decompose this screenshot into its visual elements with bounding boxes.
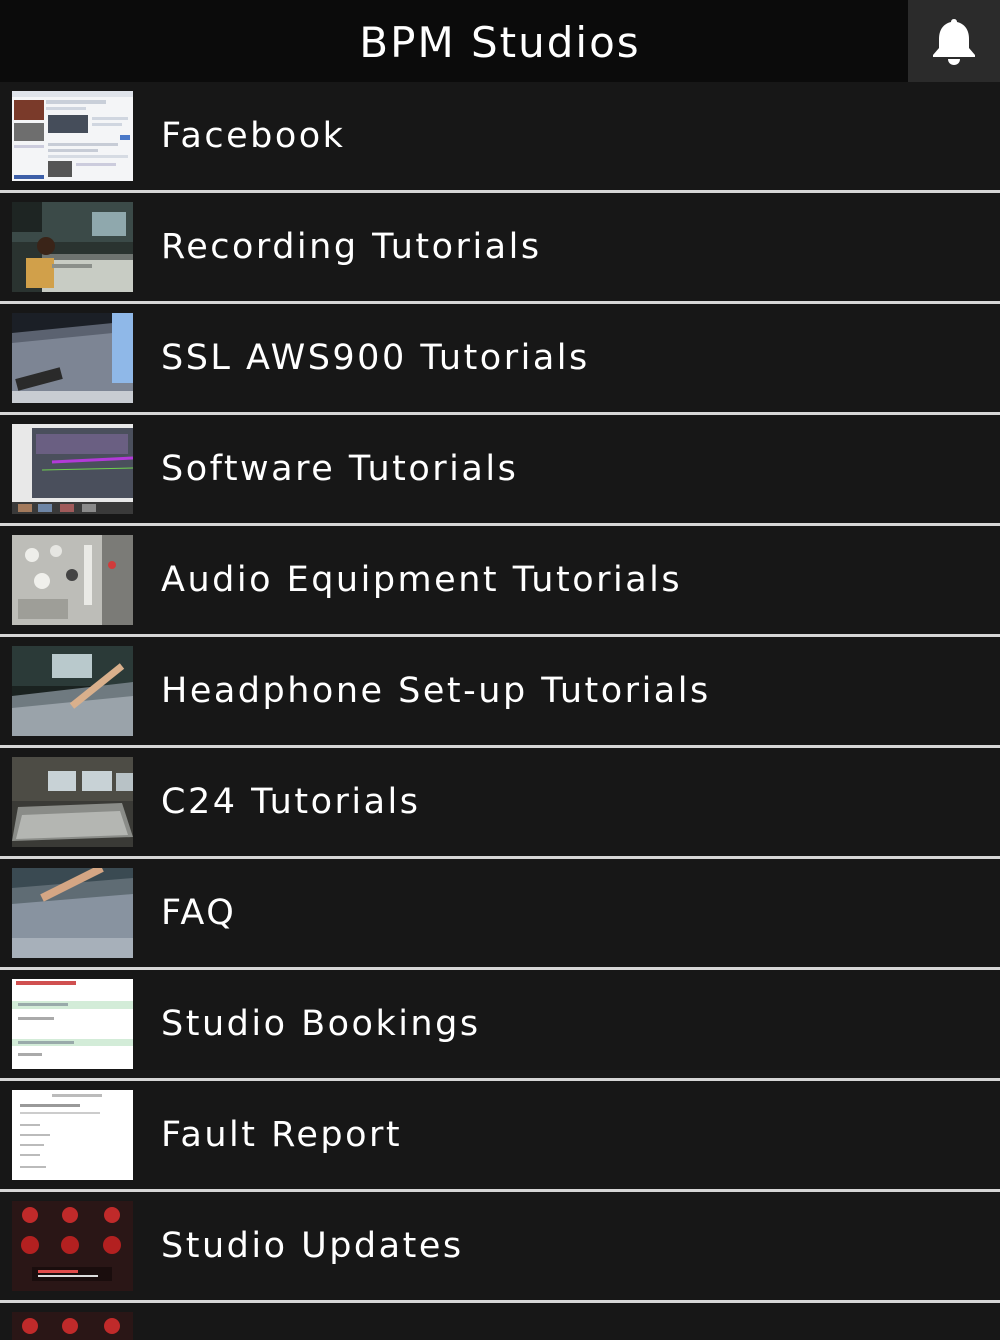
fault-report-thumbnail (12, 1090, 133, 1180)
recording-thumbnail (12, 202, 133, 292)
menu-item-studio-bookings[interactable]: Studio Bookings (0, 970, 1000, 1081)
page-title: BPM Studios (359, 18, 641, 67)
software-thumbnail (12, 424, 133, 514)
menu-item-label: FAQ (161, 893, 237, 933)
ssl-console-thumbnail (12, 313, 133, 403)
menu-list: Facebook Recording Tutorials SSL AWS900 … (0, 82, 1000, 1340)
menu-item-label: SSL AWS900 Tutorials (161, 338, 590, 378)
menu-item-ssl-aws900-tutorials[interactable]: SSL AWS900 Tutorials (0, 304, 1000, 415)
notifications-button[interactable] (908, 0, 1000, 82)
menu-item-faq[interactable]: FAQ (0, 859, 1000, 970)
bookings-thumbnail (12, 979, 133, 1069)
faq-thumbnail (12, 868, 133, 958)
menu-item-software-tutorials[interactable]: Software Tutorials (0, 415, 1000, 526)
facebook-thumbnail (12, 91, 133, 181)
menu-item-c24-tutorials[interactable]: C24 Tutorials (0, 748, 1000, 859)
updates-thumbnail (12, 1201, 133, 1291)
menu-item-label: Recording Tutorials (161, 227, 542, 267)
menu-item-label: C24 Tutorials (161, 782, 421, 822)
menu-item-label: Headphone Set-up Tutorials (161, 671, 711, 711)
menu-item-headphone-setup-tutorials[interactable]: Headphone Set-up Tutorials (0, 637, 1000, 748)
menu-item-partial[interactable] (0, 1303, 1000, 1340)
menu-item-label: Audio Equipment Tutorials (161, 560, 683, 600)
partial-thumbnail (12, 1312, 133, 1340)
audio-equipment-thumbnail (12, 535, 133, 625)
menu-item-label: Facebook (161, 116, 346, 156)
menu-item-label: Studio Bookings (161, 1004, 481, 1044)
menu-item-recording-tutorials[interactable]: Recording Tutorials (0, 193, 1000, 304)
menu-item-label: Fault Report (161, 1115, 403, 1155)
menu-item-label: Studio Updates (161, 1226, 464, 1266)
menu-item-fault-report[interactable]: Fault Report (0, 1081, 1000, 1192)
c24-thumbnail (12, 757, 133, 847)
app-header: BPM Studios (0, 0, 1000, 82)
bell-icon (933, 19, 975, 65)
menu-item-studio-updates[interactable]: Studio Updates (0, 1192, 1000, 1303)
menu-item-facebook[interactable]: Facebook (0, 82, 1000, 193)
menu-item-audio-equipment-tutorials[interactable]: Audio Equipment Tutorials (0, 526, 1000, 637)
menu-item-label: Software Tutorials (161, 449, 519, 489)
headphone-thumbnail (12, 646, 133, 736)
